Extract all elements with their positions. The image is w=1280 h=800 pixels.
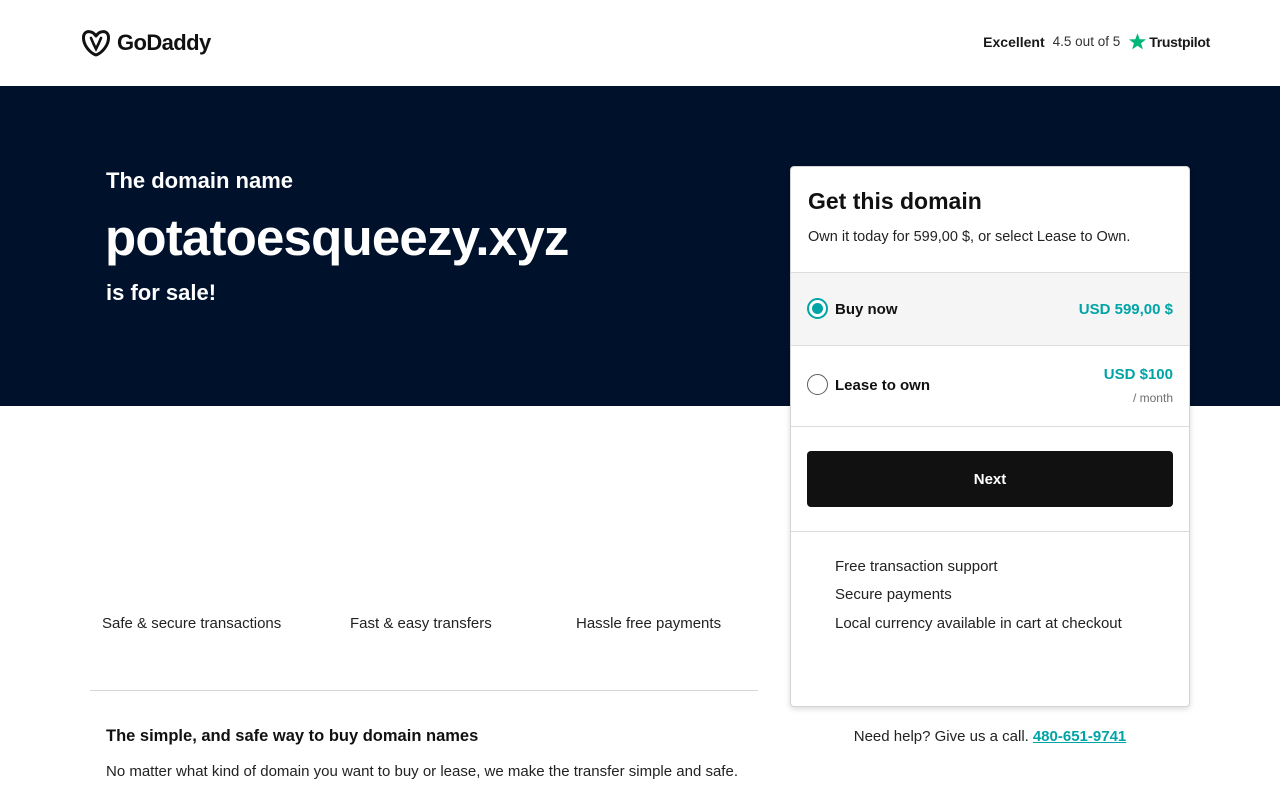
option-lease-label: Lease to own — [835, 377, 931, 394]
option-lease-to-own[interactable]: Lease to own USD $100 / month — [791, 345, 1189, 426]
help-line: Need help? Give us a call. 480-651-9741 — [790, 728, 1190, 745]
trustpilot-score: 4.5 out of 5 — [1052, 34, 1121, 49]
option-buy-now[interactable]: Buy now USD 599,00 $ — [791, 272, 1189, 345]
option-buy-now-price: USD 599,00 $ — [1078, 301, 1173, 318]
option-buy-now-label: Buy now — [835, 301, 898, 318]
trustpilot-widget[interactable]: Excellent 4.5 out of 5 Trustpilot — [983, 32, 1210, 51]
perk-safe-secure: Safe & secure transactions — [102, 615, 282, 632]
godaddy-logo-icon — [82, 30, 110, 57]
domain-name-heading: potatoesqueezy.xyz — [105, 209, 569, 266]
trustpilot-star-icon — [1129, 33, 1147, 50]
phone-link[interactable]: 480-651-9741 — [1033, 728, 1126, 745]
info-title: The simple, and safe way to buy domain n… — [106, 727, 479, 745]
hero-pre-text: The domain name — [106, 168, 294, 193]
help-text: Need help? Give us a call. — [853, 728, 1029, 745]
feature-item: Secure payments — [835, 586, 952, 603]
trustpilot-rating-word: Excellent — [983, 33, 1045, 50]
hero-post-text: is for sale! — [106, 280, 217, 305]
logo-text: GoDaddy — [117, 30, 211, 55]
purchase-card-header: Get this domain Own it today for 599,00 … — [791, 167, 1189, 273]
radio-buy-now[interactable] — [807, 298, 828, 319]
purchase-card-title: Get this domain — [808, 188, 982, 214]
option-lease-price: USD $100 — [1103, 366, 1173, 383]
trustpilot-brand: Trustpilot — [1149, 33, 1210, 50]
next-button[interactable]: Next — [807, 451, 1173, 507]
purchase-card: Get this domain Own it today for 599,00 … — [790, 166, 1190, 707]
top-bar: GoDaddy Excellent 4.5 out of 5 Trustpilo… — [0, 0, 1280, 86]
feature-list: Free transaction support Secure payments… — [791, 531, 1189, 706]
radio-lease-to-own[interactable] — [807, 374, 828, 395]
feature-item: Local currency available in cart at chec… — [835, 615, 1122, 632]
info-body: No matter what kind of domain you want t… — [106, 763, 738, 780]
section-divider — [90, 690, 758, 691]
perk-fast-easy: Fast & easy transfers — [350, 615, 492, 632]
perk-hassle-free: Hassle free payments — [576, 615, 722, 632]
next-button-row: Next — [791, 426, 1189, 532]
godaddy-logo[interactable]: GoDaddy — [81, 29, 211, 57]
purchase-card-subtitle: Own it today for 599,00 $, or select Lea… — [808, 229, 1131, 245]
feature-item: Free transaction support — [835, 558, 998, 575]
option-lease-unit: / month — [1132, 391, 1173, 405]
